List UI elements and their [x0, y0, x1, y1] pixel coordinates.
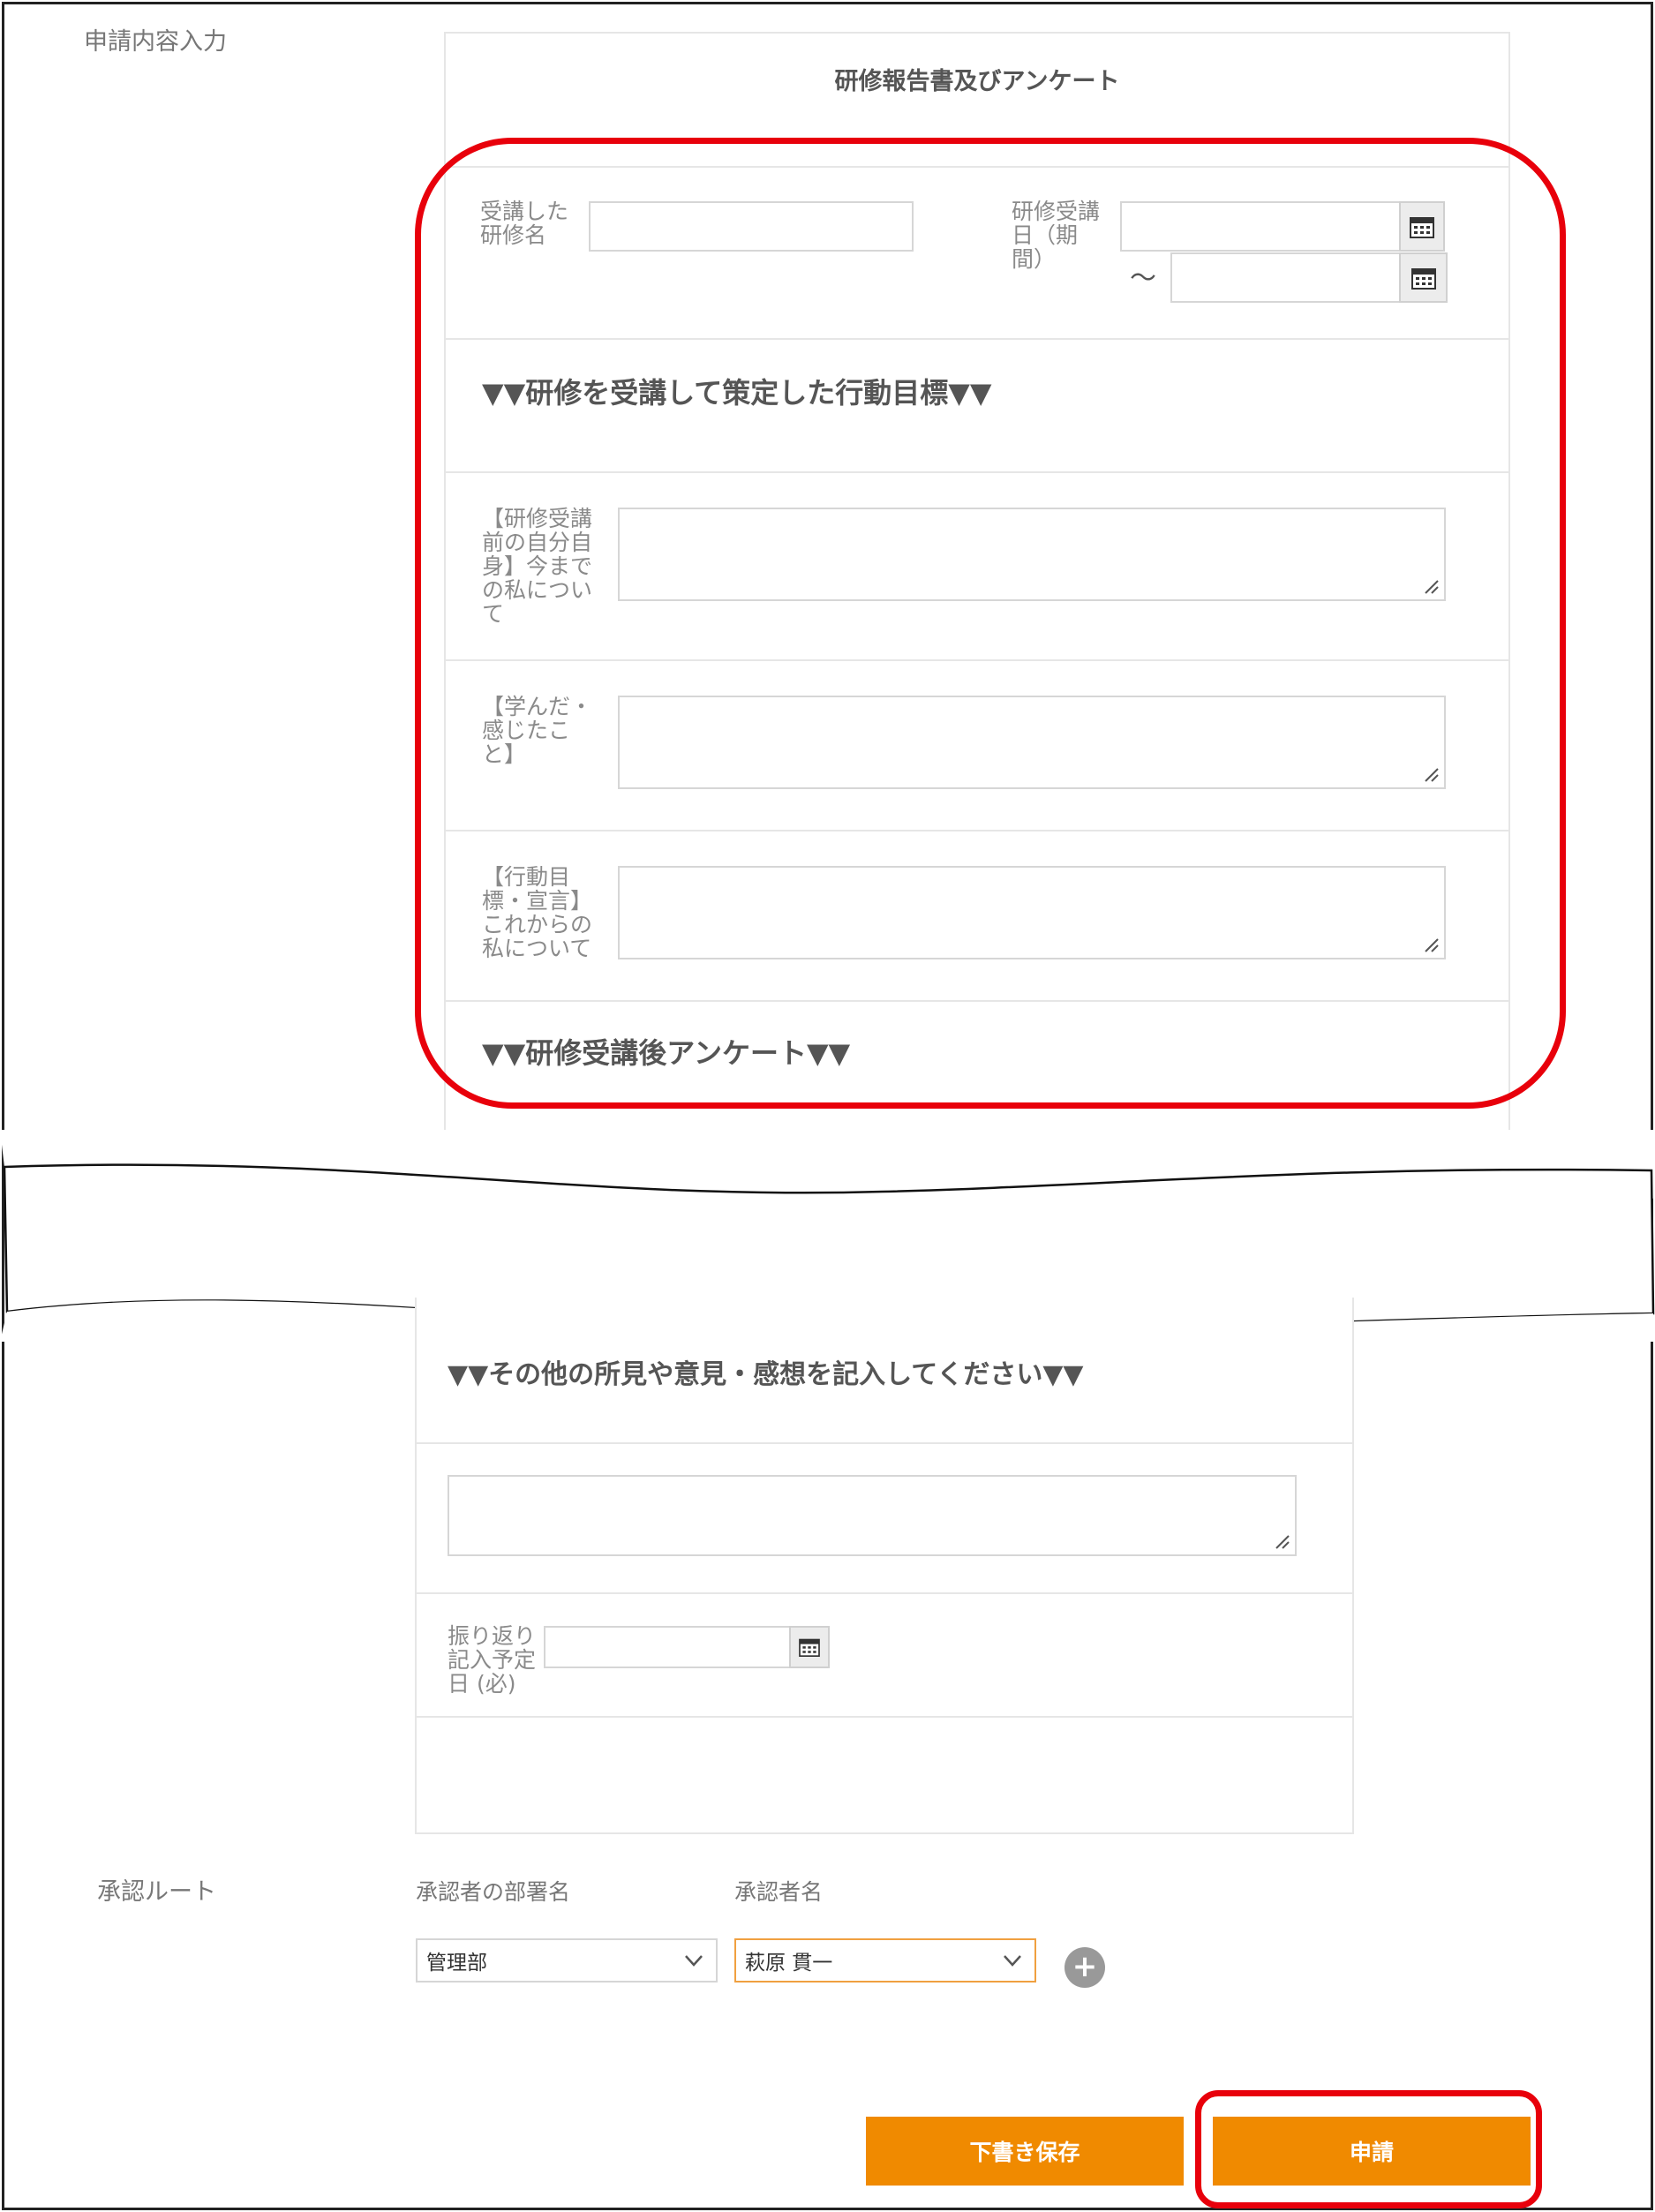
approver-name-select[interactable]: 萩原 貫一: [734, 1938, 1036, 1983]
save-draft-button[interactable]: 下書き保存: [866, 2117, 1184, 2186]
approver-dept-select[interactable]: 管理部: [416, 1938, 718, 1983]
highlight-submit-button: [1195, 2090, 1542, 2208]
calendar-icon: [799, 1638, 820, 1657]
section-other-heading: ▼▼その他の所見や意見・感想を記入してください▼▼: [448, 1359, 1084, 1390]
chevron-down-icon: [685, 1955, 703, 1967]
divider: [417, 1716, 1352, 1718]
approver-dept-header: 承認者の部署名: [416, 1879, 571, 1905]
add-approver-button[interactable]: +: [1064, 1947, 1105, 1988]
resize-grip-icon[interactable]: [1274, 1533, 1290, 1549]
review-date-input[interactable]: [544, 1626, 791, 1668]
approver-name-header: 承認者名: [734, 1879, 824, 1905]
approval-route-label: 承認ルート: [97, 1878, 216, 1906]
review-date-label: 振り返り記入予定日 (必): [448, 1623, 537, 1697]
highlight-upper-section: [415, 138, 1566, 1109]
section-label: 申請内容入力: [84, 28, 227, 56]
chevron-down-icon: [1004, 1955, 1021, 1967]
approver-dept-value: 管理部: [426, 1952, 487, 1975]
other-comments-textarea[interactable]: [448, 1475, 1297, 1556]
form-title: 研修報告書及びアンケート: [834, 68, 1120, 95]
divider: [417, 1442, 1352, 1444]
review-date-calendar-button[interactable]: [789, 1626, 830, 1668]
divider: [417, 1592, 1352, 1594]
approver-name-value: 萩原 貫一: [745, 1952, 833, 1975]
